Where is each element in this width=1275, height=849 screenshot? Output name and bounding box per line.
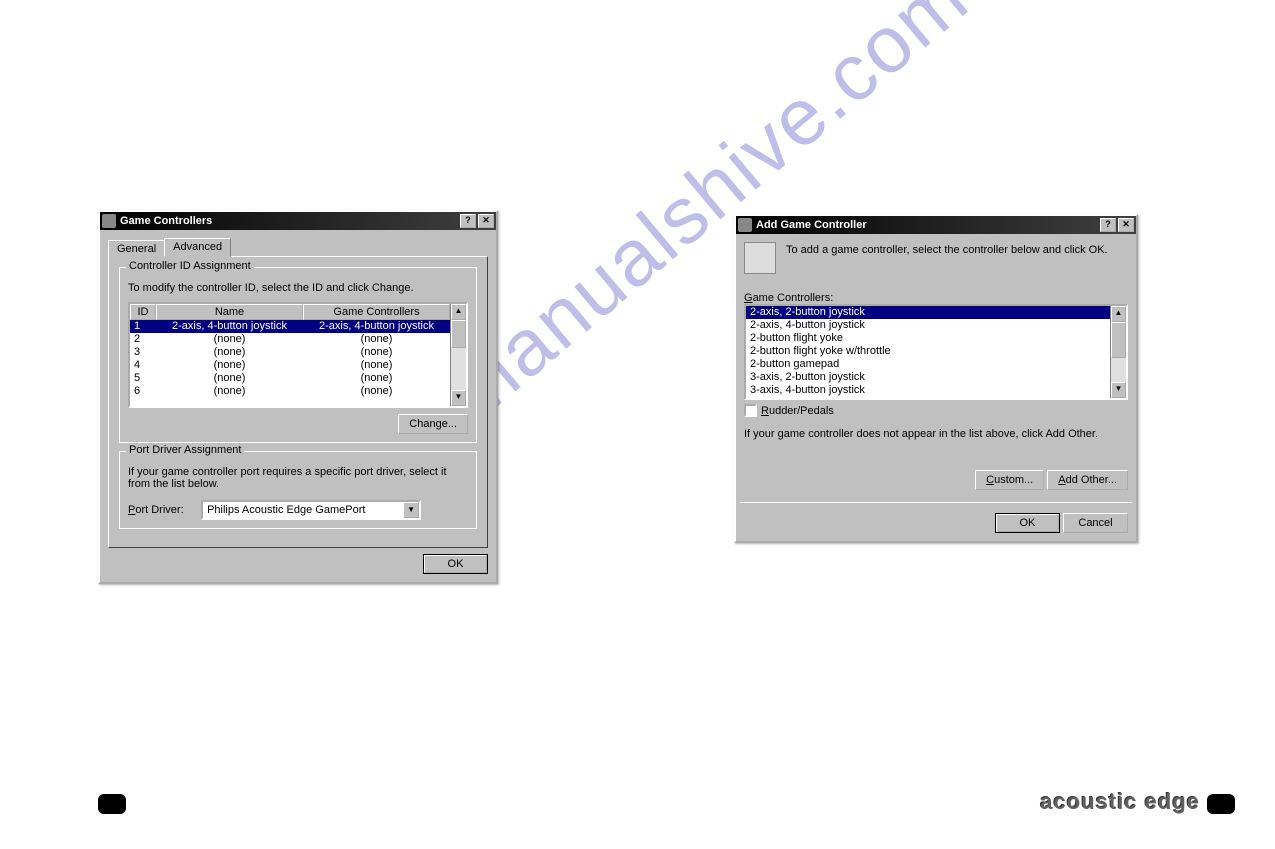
controllers-listbox[interactable]: 2-axis, 2-button joystick2-axis, 4-butto… (744, 304, 1128, 400)
table-row[interactable]: 5(none)(none) (130, 372, 450, 385)
list-item[interactable]: 2-button flight yoke (746, 332, 1110, 345)
list-item[interactable]: 3-axis, 2-button joystick (746, 371, 1110, 384)
group-hint: To modify the controller ID, select the … (128, 282, 468, 294)
scroll-up-icon[interactable]: ▲ (1111, 306, 1126, 322)
scroll-thumb[interactable] (451, 320, 466, 348)
col-name[interactable]: Name (156, 304, 303, 320)
table-row[interactable]: 2(none)(none) (130, 333, 450, 346)
list-item[interactable]: 2-axis, 4-button joystick (746, 319, 1110, 332)
list-item[interactable]: 2-button gamepad (746, 358, 1110, 371)
help-button[interactable]: ? (1100, 218, 1116, 232)
rudder-pedals-checkbox[interactable]: Rudder/Pedals (744, 404, 834, 417)
group-legend: Controller ID Assignment (126, 260, 254, 272)
scroll-up-icon[interactable]: ▲ (451, 304, 466, 320)
dropdown-value: Philips Acoustic Edge GamePort (203, 504, 403, 516)
custom-button[interactable]: Custom... (975, 470, 1044, 490)
note-text: If your game controller does not appear … (744, 428, 1128, 440)
col-gc[interactable]: Game Controllers (303, 304, 450, 320)
cancel-button[interactable]: Cancel (1063, 513, 1128, 533)
ok-button[interactable]: OK (423, 554, 488, 574)
add-other-button[interactable]: Add Other... (1047, 470, 1128, 490)
list-label: Game Controllers: (744, 292, 1128, 304)
scroll-down-icon[interactable]: ▼ (1111, 382, 1126, 398)
app-icon (738, 218, 752, 232)
close-button[interactable]: ✕ (478, 214, 494, 228)
title-text: Add Game Controller (756, 219, 1098, 231)
port-driver-group: Port Driver Assignment If your game cont… (119, 451, 477, 529)
game-controllers-dialog: Game Controllers ? ✕ General Advanced Co… (98, 210, 498, 584)
tab-general[interactable]: General (108, 240, 165, 257)
scrollbar[interactable]: ▲ ▼ (1110, 306, 1126, 398)
scrollbar[interactable]: ▲ ▼ (450, 304, 466, 406)
ok-button[interactable]: OK (995, 513, 1060, 533)
col-id[interactable]: ID (130, 304, 156, 320)
table-row[interactable]: 6(none)(none) (130, 385, 450, 398)
table-row[interactable]: 4(none)(none) (130, 359, 450, 372)
scroll-thumb[interactable] (1111, 322, 1126, 358)
tab-advanced[interactable]: Advanced (164, 238, 231, 257)
help-button[interactable]: ? (460, 214, 476, 228)
tab-panel: Controller ID Assignment To modify the c… (108, 256, 488, 548)
checkbox-label: Rudder/Pedals (761, 405, 834, 417)
page-marker-left (98, 794, 126, 814)
group-legend: Port Driver Assignment (126, 444, 244, 456)
checkbox-box[interactable] (744, 404, 757, 417)
add-game-controller-dialog: Add Game Controller ? ✕ To add a game co… (734, 214, 1138, 543)
table-row[interactable]: 12-axis, 4-button joystick2-axis, 4-butt… (130, 320, 450, 333)
list-item[interactable]: 2-axis, 2-button joystick (746, 306, 1110, 319)
controller-id-group: Controller ID Assignment To modify the c… (119, 267, 477, 443)
tab-strip: General Advanced (108, 238, 488, 257)
group-hint: If your game controller port requires a … (128, 466, 468, 490)
port-driver-dropdown[interactable]: Philips Acoustic Edge GamePort ▼ (201, 500, 421, 520)
controller-listview[interactable]: ID Name Game Controllers 12-axis, 4-butt… (128, 302, 468, 408)
close-button[interactable]: ✕ (1118, 218, 1134, 232)
page-marker-right (1207, 794, 1235, 814)
titlebar[interactable]: Game Controllers ? ✕ (100, 212, 496, 230)
change-button[interactable]: Change... (398, 414, 468, 434)
joystick-icon (744, 242, 776, 274)
app-icon (102, 214, 116, 228)
title-text: Game Controllers (120, 215, 458, 227)
port-driver-label: Port Driver: (128, 504, 198, 516)
list-item[interactable]: 2-button flight yoke w/throttle (746, 345, 1110, 358)
titlebar[interactable]: Add Game Controller ? ✕ (736, 216, 1136, 234)
dialog-hint: To add a game controller, select the con… (786, 242, 1128, 274)
footer-logo: acoustic edge (1040, 789, 1200, 815)
chevron-down-icon[interactable]: ▼ (403, 502, 419, 518)
table-row[interactable]: 3(none)(none) (130, 346, 450, 359)
list-item[interactable]: 3-axis, 4-button joystick (746, 384, 1110, 397)
scroll-down-icon[interactable]: ▼ (451, 390, 466, 406)
separator (740, 502, 1132, 503)
